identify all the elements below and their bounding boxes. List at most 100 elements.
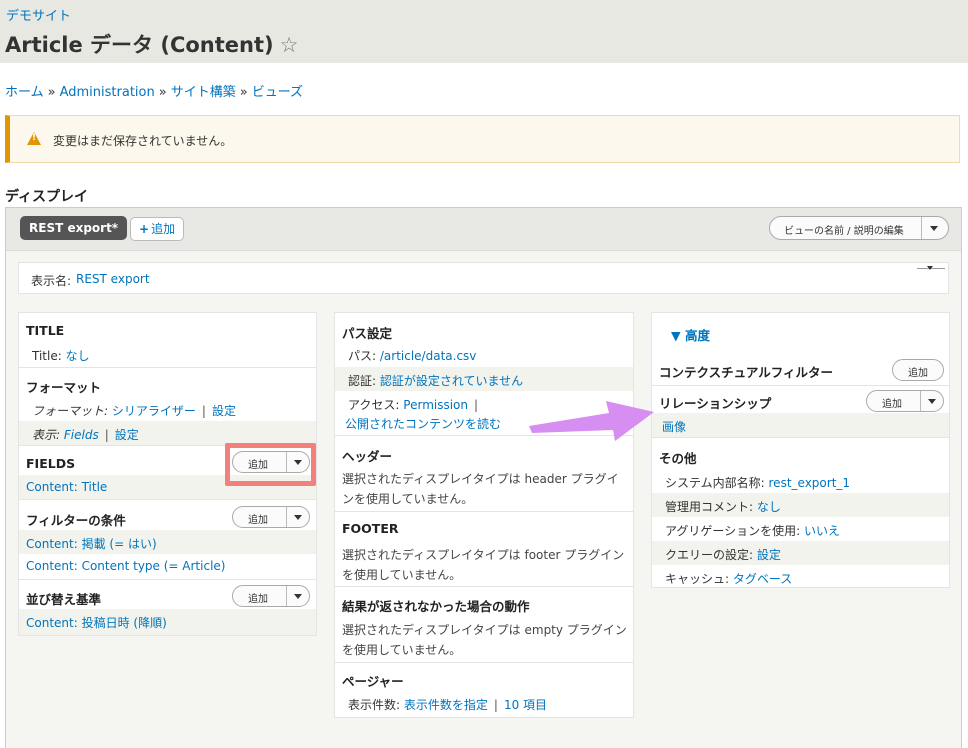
- empty-text: 選択されたディスプレイタイプは empty プラグイン: [342, 623, 627, 637]
- relationships-add-dropdown[interactable]: 追加: [866, 390, 944, 412]
- pager-value-link[interactable]: 表示件数を指定: [404, 698, 488, 712]
- star-icon[interactable]: ☆: [280, 33, 299, 57]
- show-row: 表示: Fields | 設定: [19, 421, 316, 445]
- breadcrumb-structure[interactable]: サイト構築: [171, 85, 236, 100]
- sort-add-label: 追加: [248, 594, 268, 605]
- divider: [652, 437, 949, 438]
- access-permission-link[interactable]: 公開されたコンテンツを読む: [345, 417, 501, 431]
- aggregation-link[interactable]: いいえ: [804, 524, 840, 538]
- dropdown-divider: [920, 391, 921, 411]
- cache-row: キャッシュ: タグベース: [652, 570, 949, 587]
- filter-item: Content: 掲載 (= はい): [19, 530, 316, 554]
- title-row: Title: なし: [19, 347, 316, 364]
- filters-add-label: 追加: [248, 515, 268, 526]
- cache-link[interactable]: タグベース: [733, 572, 792, 586]
- pager-row: 表示件数: 表示件数を指定 | 10 項目: [335, 696, 633, 713]
- relationship-item-link[interactable]: 画像: [662, 420, 686, 434]
- pager-heading: ページャー: [342, 674, 404, 689]
- empty-heading: 結果が返されなかった場合の動作: [342, 599, 530, 614]
- query-row: クエリーの設定: 設定: [652, 541, 949, 565]
- chevron-down-icon[interactable]: [930, 226, 938, 231]
- breadcrumb: ホーム» Administration» サイト構築» ビューズ: [5, 81, 303, 100]
- pipe-separator: |: [493, 698, 498, 712]
- format-row: フォーマット: シリアライザー | 設定: [19, 402, 316, 419]
- chevron-down-icon[interactable]: [928, 399, 936, 404]
- page-title-text: Article データ (Content): [5, 33, 274, 57]
- advanced-toggle-label: ▼ 高度: [671, 328, 710, 343]
- field-item-link[interactable]: Content: Title: [26, 480, 107, 494]
- chevron-down-icon[interactable]: [294, 515, 302, 520]
- edit-view-name-dropdown[interactable]: ビューの名前 / 説明の編集: [769, 216, 949, 240]
- header-heading: ヘッダー: [342, 449, 393, 464]
- path-label: パス:: [348, 349, 377, 363]
- advanced-toggle[interactable]: ▼ 高度: [652, 325, 949, 344]
- breadcrumb-administration[interactable]: Administration: [60, 85, 155, 100]
- sort-add-dropdown[interactable]: 追加: [232, 585, 310, 607]
- format-settings-link[interactable]: 設定: [212, 404, 236, 418]
- pipe-separator: |: [104, 428, 109, 442]
- add-display-button[interactable]: + 追加: [130, 217, 185, 241]
- tab-rest-export[interactable]: REST export*: [20, 216, 128, 240]
- site-name-link[interactable]: デモサイト: [6, 5, 71, 24]
- contextual-add-button[interactable]: 追加: [892, 359, 944, 381]
- title-value-link[interactable]: なし: [66, 349, 90, 363]
- display-tab-bar: REST export* + 追加 ビューの名前 / 説明の編集: [6, 208, 961, 251]
- breadcrumb-separator: »: [239, 85, 248, 100]
- arrow-shape: [529, 401, 654, 441]
- format-value-link[interactable]: シリアライザー: [112, 404, 196, 418]
- warning-text: 変更はまだ保存されていません。: [53, 134, 233, 148]
- display-name-row: 表示名: REST export: [18, 262, 949, 294]
- filters-add-dropdown[interactable]: 追加: [232, 506, 310, 528]
- footer-text: を使用していません。: [342, 568, 462, 582]
- dropdown-divider: [286, 586, 287, 606]
- footer-heading: FOOTER: [342, 521, 399, 536]
- dropdown-divider: [921, 217, 922, 239]
- header-text: 選択されたディスプレイタイプは header プラグイ: [342, 472, 619, 486]
- chevron-down-icon[interactable]: [294, 594, 302, 599]
- machine-name-link[interactable]: rest_export_1: [769, 476, 851, 490]
- title-heading: TITLE: [26, 323, 65, 338]
- right-column: ▼ 高度 コンテクスチュアルフィルター 追加 リレーションシップ 追加 画像 そ…: [651, 312, 950, 588]
- arrow-annotation: [529, 401, 654, 441]
- breadcrumb-home[interactable]: ホーム: [5, 85, 44, 100]
- cache-label: キャッシュ:: [665, 572, 730, 586]
- chevron-down-icon[interactable]: [927, 266, 933, 270]
- page-title: Article データ (Content) ☆: [5, 29, 298, 59]
- contextual-add-label: 追加: [908, 368, 928, 379]
- comment-link[interactable]: なし: [757, 500, 781, 514]
- display-name-label: 表示名:: [31, 274, 72, 288]
- pager-items-link[interactable]: 10 項目: [504, 698, 547, 712]
- comment-label: 管理用コメント:: [665, 500, 754, 514]
- divider: [19, 499, 316, 500]
- pager-label: 表示件数:: [348, 698, 401, 712]
- path-heading: パス設定: [342, 326, 393, 341]
- page-header: デモサイト Article データ (Content) ☆: [0, 0, 968, 63]
- display-area: REST export* + 追加 ビューの名前 / 説明の編集 表示名: RES…: [5, 207, 962, 748]
- filter-item: Content: Content type (= Article): [19, 559, 316, 573]
- empty-text: を使用していません。: [342, 643, 462, 657]
- show-value-link[interactable]: Fields: [64, 428, 99, 442]
- query-link[interactable]: 設定: [757, 548, 781, 562]
- highlight-box: [225, 443, 316, 486]
- display-section-label: ディスプレイ: [5, 189, 89, 205]
- relationship-item: 画像: [652, 413, 949, 437]
- pipe-separator: |: [474, 398, 479, 412]
- display-name-link[interactable]: REST export: [76, 272, 150, 286]
- machine-name-label: システム内部名称:: [665, 476, 765, 490]
- sort-item-link[interactable]: Content: 投稿日時 (降順): [26, 616, 167, 630]
- breadcrumb-separator: »: [158, 85, 167, 100]
- filter-item-link[interactable]: Content: Content type (= Article): [26, 559, 225, 573]
- access-value-link[interactable]: Permission: [403, 398, 468, 412]
- auth-value-link[interactable]: 認証が設定されていません: [380, 374, 523, 388]
- warning-icon: [27, 132, 41, 145]
- dropdown-divider: [286, 507, 287, 527]
- path-value-link[interactable]: /article/data.csv: [380, 349, 477, 363]
- show-label: 表示:: [32, 428, 61, 442]
- header-text: ンを使用していません。: [342, 492, 474, 506]
- aggregation-label: アグリゲーションを使用:: [665, 524, 801, 538]
- edit-view-name-label: ビューの名前 / 説明の編集: [784, 226, 904, 237]
- breadcrumb-views[interactable]: ビューズ: [252, 85, 303, 100]
- sort-item: Content: 投稿日時 (降順): [19, 609, 316, 635]
- show-settings-link[interactable]: 設定: [115, 428, 139, 442]
- filter-item-link[interactable]: Content: 掲載 (= はい): [26, 537, 157, 551]
